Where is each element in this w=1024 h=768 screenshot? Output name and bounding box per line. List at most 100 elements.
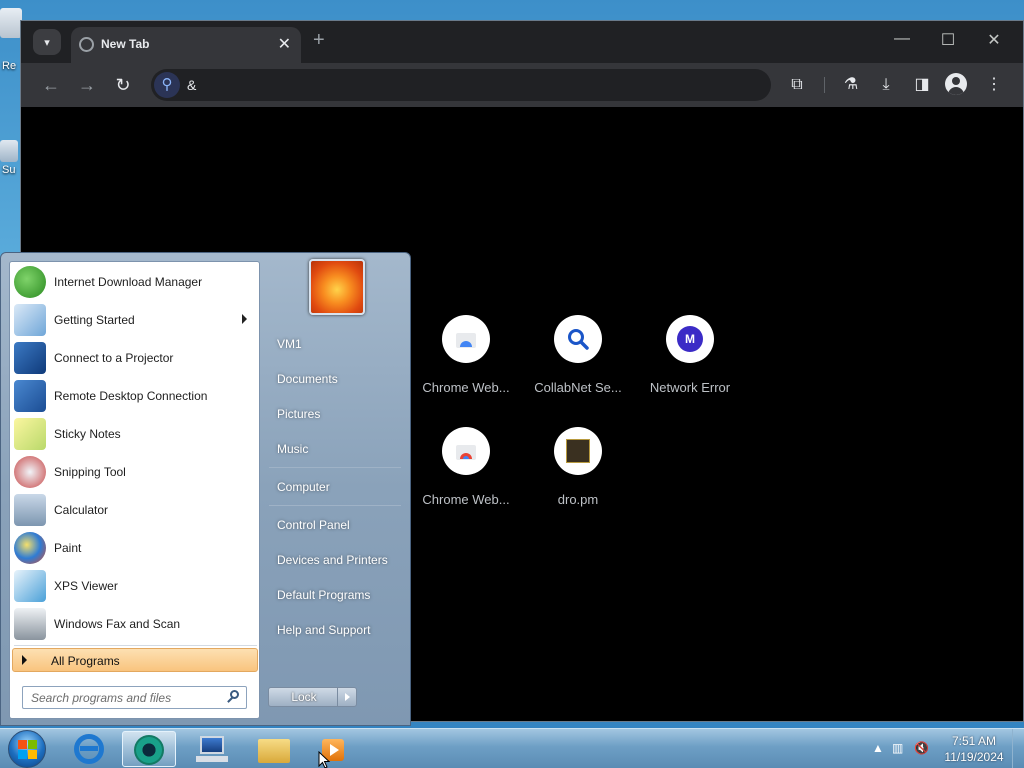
- media-player-icon[interactable]: [306, 731, 360, 767]
- program-label: Internet Download Manager: [54, 275, 203, 289]
- start-link-computer[interactable]: Computer: [269, 472, 404, 502]
- close-icon[interactable]: ✕: [278, 34, 291, 54]
- m-letter-icon: M: [666, 315, 714, 363]
- ie-icon[interactable]: [62, 731, 116, 767]
- dro-pm-icon: [554, 427, 602, 475]
- program-item[interactable]: Windows Fax and Scan: [12, 606, 257, 642]
- show-desktop-button[interactable]: [1012, 729, 1024, 768]
- shortcut-label: Chrome Web...: [422, 380, 510, 395]
- program-item[interactable]: Remote Desktop Connection: [12, 378, 257, 414]
- maximize-button[interactable]: ☐: [933, 30, 963, 50]
- tab-strip: ▾ New Tab ✕ + — ☐ ✕: [21, 21, 1023, 63]
- address-bar[interactable]: ⚲ &: [151, 69, 771, 101]
- program-item[interactable]: Calculator: [12, 492, 257, 528]
- start-link-pictures[interactable]: Pictures: [269, 399, 404, 429]
- search-icon: ⚲: [154, 72, 180, 98]
- start-link-default-programs[interactable]: Default Programs: [269, 580, 404, 610]
- calculator-icon: [14, 494, 46, 526]
- new-tab-button[interactable]: +: [313, 30, 325, 50]
- chevron-down-icon[interactable]: ▾: [33, 29, 61, 55]
- start-link-control-panel[interactable]: Control Panel: [269, 510, 404, 540]
- program-item[interactable]: Getting Started: [12, 302, 257, 338]
- desktop-icon-label: Su: [2, 164, 16, 176]
- more-menu-icon[interactable]: ⋮: [982, 73, 1006, 97]
- minimize-button[interactable]: —: [887, 30, 917, 48]
- search-icon: [554, 315, 602, 363]
- start-link-user[interactable]: VM1: [269, 329, 404, 359]
- program-item[interactable]: Sticky Notes: [12, 416, 257, 452]
- idm-icon: [14, 266, 46, 298]
- program-item[interactable]: Connect to a Projector: [12, 340, 257, 376]
- all-programs-button[interactable]: All Programs: [12, 648, 258, 672]
- program-label: Paint: [54, 541, 82, 555]
- program-item[interactable]: Snipping Tool: [12, 454, 257, 490]
- start-link-help-support[interactable]: Help and Support: [269, 615, 404, 645]
- desktop-icon-label: Re: [2, 60, 17, 72]
- reload-button[interactable]: ↻: [111, 73, 135, 97]
- program-label: Calculator: [54, 503, 109, 517]
- program-label: Connect to a Projector: [54, 351, 174, 365]
- show-hidden-icons-chevron-icon[interactable]: ▲: [872, 741, 884, 755]
- shortcut-tile[interactable]: M Network Error: [635, 315, 745, 395]
- divider: [269, 505, 401, 506]
- download-icon[interactable]: ⤓: [874, 73, 898, 97]
- shortcut-label: Chrome Web...: [422, 492, 510, 507]
- program-label: Windows Fax and Scan: [54, 617, 181, 631]
- chrome-web-store-icon: [442, 315, 490, 363]
- start-menu: Internet Download Manager Getting Starte…: [0, 252, 411, 726]
- clock-time: 7:51 AM: [951, 734, 997, 748]
- search-programs-input[interactable]: Search programs and files: [22, 686, 247, 709]
- program-item[interactable]: Paint: [12, 530, 257, 566]
- user-picture-avatar[interactable]: [309, 259, 365, 315]
- start-link-devices-printers[interactable]: Devices and Printers: [269, 545, 404, 575]
- toolbar-divider: [824, 77, 825, 93]
- shortcut-tile[interactable]: dro.pm: [523, 427, 633, 507]
- tab-new-tab[interactable]: New Tab ✕: [71, 27, 301, 63]
- network-computer-icon[interactable]: [186, 731, 240, 767]
- start-button-windows-icon[interactable]: [8, 730, 46, 768]
- desktop-icon-shortcut[interactable]: [0, 140, 18, 162]
- system-clock[interactable]: 7:51 AM 11/19/2024: [940, 733, 1008, 765]
- chrome-web-store-icon: [442, 427, 490, 475]
- side-panel-icon[interactable]: ◨: [910, 73, 934, 97]
- start-link-music[interactable]: Music: [269, 434, 404, 464]
- divider: [269, 467, 401, 468]
- program-label: XPS Viewer: [54, 579, 118, 593]
- volume-muted-icon[interactable]: 🔇: [914, 741, 929, 755]
- explorer-icon[interactable]: [248, 731, 302, 767]
- shortcut-tile[interactable]: Chrome Web...: [411, 315, 521, 395]
- close-window-button[interactable]: ✕: [979, 30, 1009, 50]
- lock-button[interactable]: Lock: [268, 687, 340, 707]
- power-options-arrow-button[interactable]: [337, 687, 357, 707]
- programs-pane: Internet Download Manager Getting Starte…: [9, 261, 260, 719]
- start-link-documents[interactable]: Documents: [269, 364, 404, 394]
- xps-viewer-icon: [14, 570, 46, 602]
- back-button[interactable]: ←: [39, 73, 63, 97]
- extensions-icon[interactable]: ⧉: [785, 73, 809, 97]
- divider: [14, 645, 257, 646]
- snipping-tool-icon: [14, 456, 46, 488]
- tab-title: New Tab: [101, 37, 150, 51]
- sticky-notes-icon: [14, 418, 46, 450]
- getting-started-icon: [14, 304, 46, 336]
- search-icon[interactable]: [227, 690, 240, 703]
- program-item[interactable]: XPS Viewer: [12, 568, 257, 604]
- network-status-icon[interactable]: ▥: [892, 741, 903, 755]
- submenu-arrow-icon: [242, 314, 247, 324]
- desktop-icon-recycle[interactable]: [0, 8, 22, 38]
- profile-avatar-icon[interactable]: [945, 73, 967, 95]
- program-item[interactable]: Internet Download Manager: [12, 264, 257, 300]
- chrome-icon[interactable]: [122, 731, 176, 767]
- program-label: Snipping Tool: [54, 465, 126, 479]
- shortcut-tile[interactable]: CollabNet Se...: [523, 315, 633, 395]
- arrow-right-icon: [22, 655, 27, 665]
- globe-icon: [79, 37, 94, 52]
- mouse-cursor-icon: [318, 751, 331, 768]
- forward-button[interactable]: →: [75, 73, 99, 97]
- search-placeholder: Search programs and files: [31, 691, 172, 705]
- address-bar-value[interactable]: &: [187, 77, 196, 93]
- remote-desktop-icon: [14, 380, 46, 412]
- browser-toolbar: ← → ↻ ⚲ & ⧉ ⚗ ⤓ ◨ ⋮: [21, 63, 1023, 107]
- labs-flask-icon[interactable]: ⚗: [839, 73, 863, 97]
- shortcut-tile[interactable]: Chrome Web...: [411, 427, 521, 507]
